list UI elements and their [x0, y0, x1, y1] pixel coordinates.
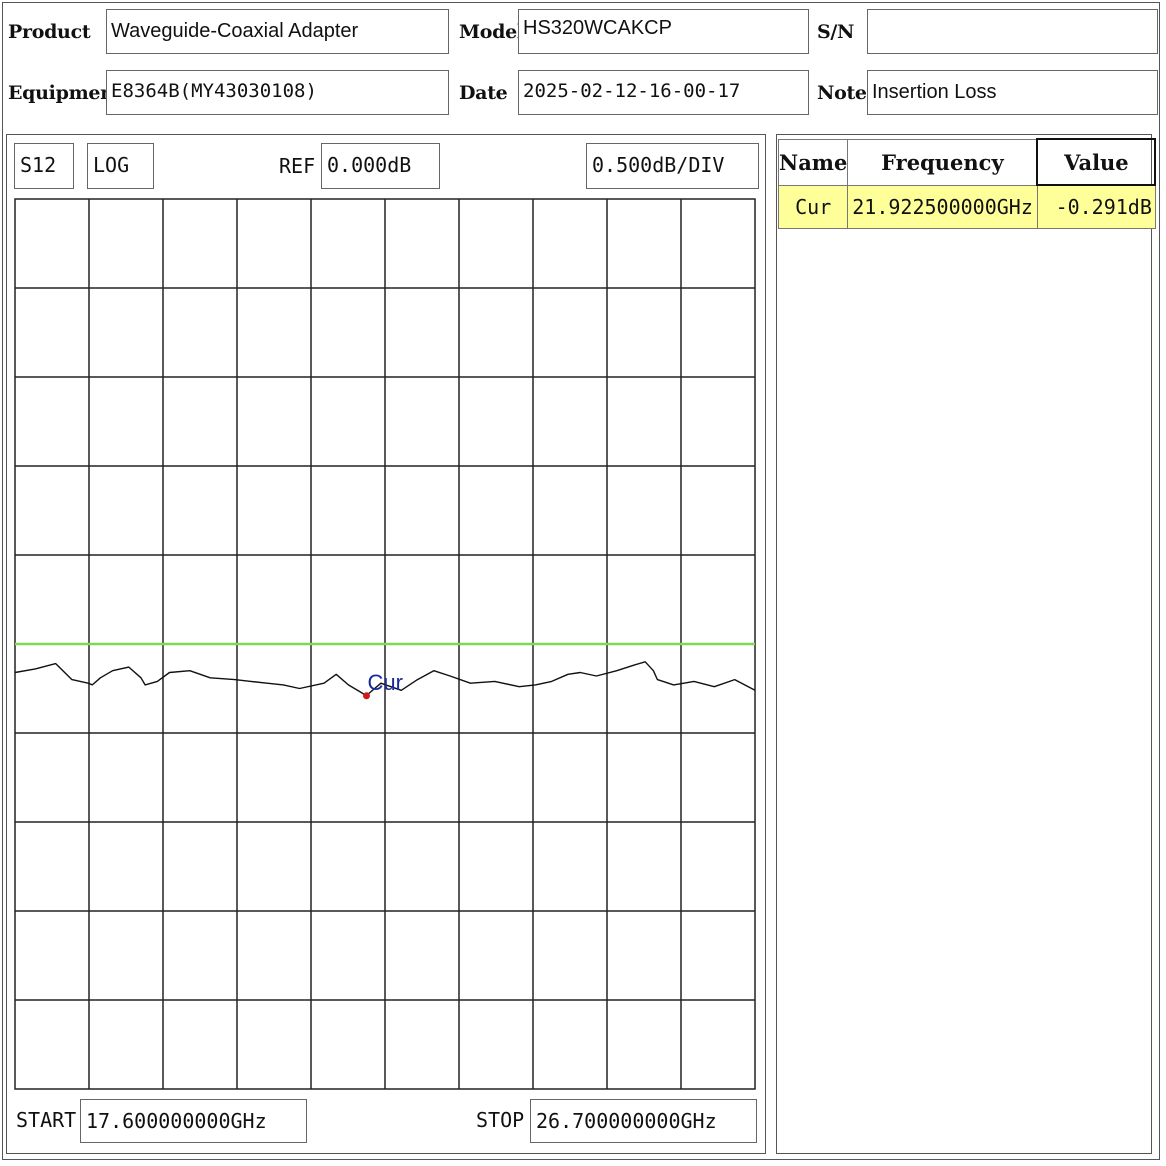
marker-panel — [776, 134, 1152, 1154]
stop-field: 26.700000000GHz — [530, 1099, 757, 1143]
product-field: Waveguide-Coaxial Adapter — [106, 9, 449, 54]
frequency-column-header: Frequency — [847, 138, 1038, 186]
model-field: HS320WCAKCP — [518, 9, 809, 54]
ref-label: REF — [279, 154, 316, 178]
note-field: Insertion Loss — [867, 70, 1158, 115]
marker-label: Cur — [368, 670, 403, 695]
marker-name-cell: Cur — [777, 184, 849, 229]
model-label: Model — [459, 21, 524, 43]
ref-field: 0.000dB — [321, 143, 440, 189]
start-field: 17.600000000GHz — [80, 1099, 307, 1143]
equipment-field: E8364B(MY43030108) — [106, 70, 449, 115]
marker-frequency-cell: 21.922500000GHz — [847, 184, 1038, 229]
date-field: 2025-02-12-16-00-17 — [518, 70, 809, 115]
format-box: LOG — [87, 143, 154, 189]
scale-field: 0.500dB/DIV — [586, 143, 759, 189]
trace-plot: Cur — [14, 198, 756, 1090]
marker-table: Name Frequency Value Cur 21.922500000GHz… — [777, 138, 1157, 229]
sn-field — [867, 9, 1158, 54]
date-label: Date — [459, 82, 508, 104]
sn-label: S/N — [817, 21, 855, 43]
name-column-header: Name — [777, 138, 849, 186]
stop-label: STOP — [476, 1108, 525, 1132]
parameter-box: S12 — [14, 143, 74, 189]
product-label: Product — [8, 21, 91, 43]
value-column-header: Value — [1036, 138, 1157, 186]
marker-row[interactable]: Cur 21.922500000GHz -0.291dB — [777, 184, 1156, 229]
note-label: Note — [817, 82, 867, 104]
marker-value-cell: -0.291dB — [1036, 184, 1156, 229]
start-label: START — [16, 1108, 77, 1132]
marker-table-header: Name Frequency Value — [777, 138, 1157, 186]
